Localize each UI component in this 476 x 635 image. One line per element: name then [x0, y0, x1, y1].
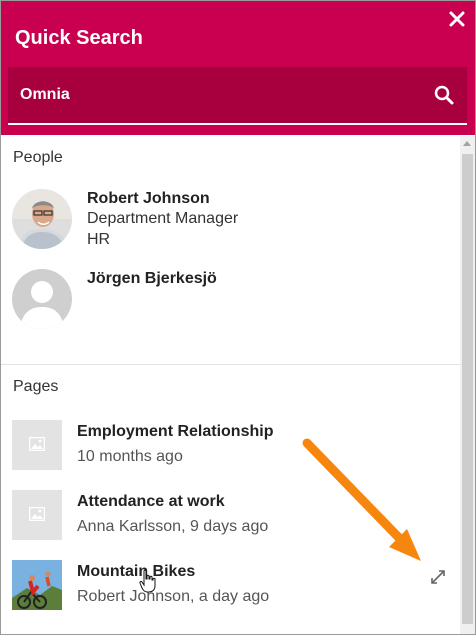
- hand-cursor-icon: [139, 569, 157, 593]
- expand-icon[interactable]: [429, 568, 447, 586]
- search-box: [8, 67, 467, 125]
- person-title: Department Manager: [87, 210, 239, 227]
- person-name: Jörgen Bjerkesjö: [87, 270, 217, 287]
- results-list: People Robert Johnson Department Manager: [1, 136, 460, 634]
- page-meta: Robert Johnson, a day ago: [77, 588, 270, 605]
- image-placeholder-icon: [12, 490, 62, 540]
- placeholder-avatar-icon: [12, 269, 72, 329]
- panel-title: Quick Search: [15, 27, 143, 49]
- page-title: Mountain Bikes: [77, 563, 196, 580]
- search-input[interactable]: [20, 67, 420, 123]
- pages-section-label: Pages: [13, 378, 59, 395]
- page-title: Employment Relationship: [77, 423, 274, 440]
- page-meta: 10 months ago: [77, 448, 183, 465]
- panel-header: Quick Search: [1, 1, 475, 135]
- avatar: [12, 189, 72, 249]
- person-department: HR: [87, 231, 111, 248]
- people-section-label: People: [13, 149, 63, 166]
- section-divider: [1, 364, 460, 365]
- search-icon[interactable]: [433, 84, 455, 106]
- close-icon[interactable]: [447, 9, 467, 29]
- page-meta: Anna Karlsson, 9 days ago: [77, 518, 269, 535]
- quick-search-panel: Quick Search People: [0, 0, 476, 635]
- scroll-up-arrow-icon[interactable]: [463, 141, 471, 146]
- image-placeholder-icon: [12, 420, 62, 470]
- scrollbar[interactable]: [460, 136, 475, 634]
- person-name: Robert Johnson: [87, 190, 210, 207]
- page-thumbnail-photo: [12, 560, 62, 610]
- page-title: Attendance at work: [77, 493, 225, 510]
- scroll-thumb[interactable]: [462, 154, 473, 624]
